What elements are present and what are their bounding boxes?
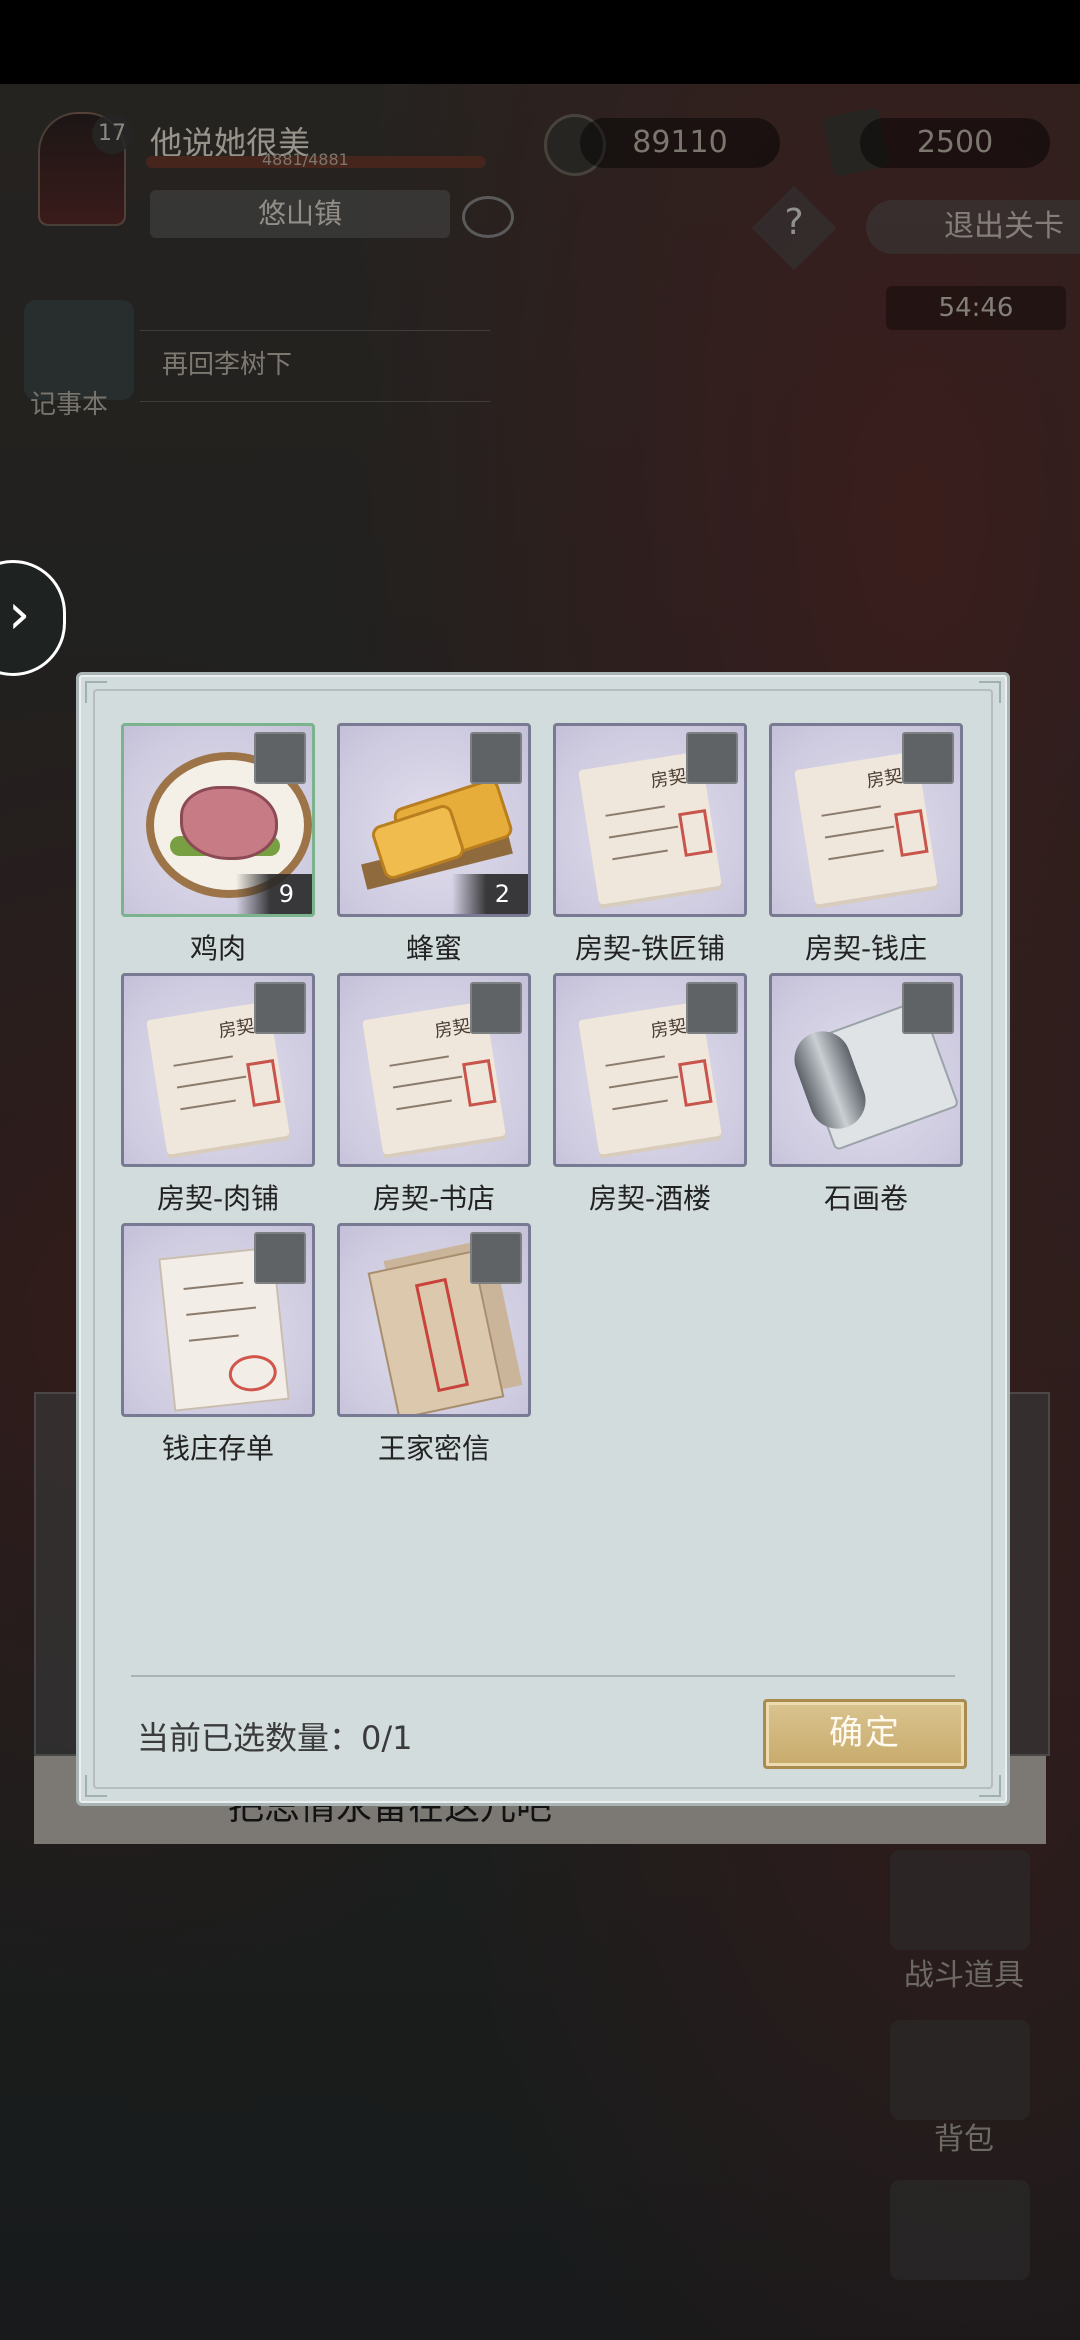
item-name: 房契-肉铺 [156,1182,280,1215]
select-checkbox[interactable] [902,982,954,1034]
deed-line [180,1099,236,1111]
item-name: 蜂蜜 [405,932,462,965]
deed-line [605,805,665,817]
deed-line [612,849,668,861]
item-cell[interactable]: 钱庄存单 [121,1223,315,1469]
slip-line [186,1306,257,1316]
slip-seal [227,1352,279,1394]
item-name: 房契-铁匠铺 [574,932,726,965]
deed-line [605,1055,665,1067]
item-tile[interactable] [769,973,963,1167]
deed-line [173,1055,233,1067]
item-name: 石画卷 [823,1182,908,1215]
deed-line [392,1075,463,1089]
item-count: 2 [452,874,528,914]
select-checkbox[interactable] [470,732,522,784]
select-checkbox[interactable] [254,732,306,784]
deed-title: 房契 [649,765,688,793]
select-checkbox[interactable] [254,982,306,1034]
item-cell[interactable]: 王家密信 [337,1223,531,1469]
item-name: 房契-钱庄 [804,932,928,965]
item-tile[interactable] [121,1223,315,1417]
deed-seal [678,809,713,857]
confirm-button[interactable]: 确定 [763,1699,967,1769]
item-cell[interactable]: 房契 房契-酒楼 [553,973,747,1219]
item-select-dialog: 9 鸡肉 2 蜂蜜 房契 房契-铁匠铺 房契 房契-钱庄 房契 房契-肉铺 房契… [76,672,1010,1806]
item-tile[interactable]: 9 [121,723,315,917]
select-checkbox[interactable] [254,1232,306,1284]
select-checkbox[interactable] [470,982,522,1034]
deed-line [389,1055,449,1067]
item-tile[interactable]: 2 [337,723,531,917]
select-checkbox[interactable] [902,732,954,784]
deed-title: 房契 [217,1015,256,1043]
honey-comb-shape [369,802,467,882]
item-name: 钱庄存单 [161,1432,274,1465]
deed-line [828,849,884,861]
item-cell[interactable]: 房契 房契-钱庄 [769,723,963,969]
select-checkbox[interactable] [686,732,738,784]
slip-line [188,1334,239,1342]
item-cell[interactable]: 2 蜂蜜 [337,723,531,969]
deed-line [608,1075,679,1089]
deed-line [396,1099,452,1111]
selected-count: 当前已选数量：0/1 [137,1719,413,1757]
item-cell[interactable]: 石画卷 [769,973,963,1219]
status-bar [0,0,1080,84]
deed-seal [462,1059,497,1107]
deed-title: 房契 [433,1015,472,1043]
item-tile[interactable] [337,1223,531,1417]
item-name: 王家密信 [377,1432,490,1465]
item-cell[interactable]: 房契 房契-书店 [337,973,531,1219]
item-tile[interactable]: 房契 [553,723,747,917]
item-tile[interactable]: 房契 [553,973,747,1167]
deed-line [612,1099,668,1111]
frame-corner [979,1775,1001,1797]
deed-title: 房契 [865,765,904,793]
item-cell[interactable]: 房契 房契-铁匠铺 [553,723,747,969]
deed-title: 房契 [649,1015,688,1043]
deed-line [821,805,881,817]
item-cell[interactable]: 房契 房契-肉铺 [121,973,315,1219]
chicken-meat-icon [180,786,278,860]
item-name: 房契-酒楼 [588,1182,712,1215]
deed-seal [894,809,929,857]
deed-seal [678,1059,713,1107]
select-checkbox[interactable] [470,1232,522,1284]
footer-divider [131,1675,955,1677]
item-name: 房契-书店 [372,1182,496,1215]
deed-seal [246,1059,281,1107]
deed-line [824,825,895,839]
frame-corner [85,681,107,703]
item-name: 鸡肉 [189,932,246,965]
select-checkbox[interactable] [686,982,738,1034]
frame-corner [85,1775,107,1797]
slip-line [183,1281,244,1290]
item-count: 9 [236,874,312,914]
deed-line [608,825,679,839]
item-cell[interactable]: 9 鸡肉 [121,723,315,969]
chevron-right-icon: › [8,582,31,647]
item-tile[interactable]: 房契 [121,973,315,1167]
item-tile[interactable]: 房契 [769,723,963,917]
item-tile[interactable]: 房契 [337,973,531,1167]
deed-line [176,1075,247,1089]
frame-corner [979,681,1001,703]
